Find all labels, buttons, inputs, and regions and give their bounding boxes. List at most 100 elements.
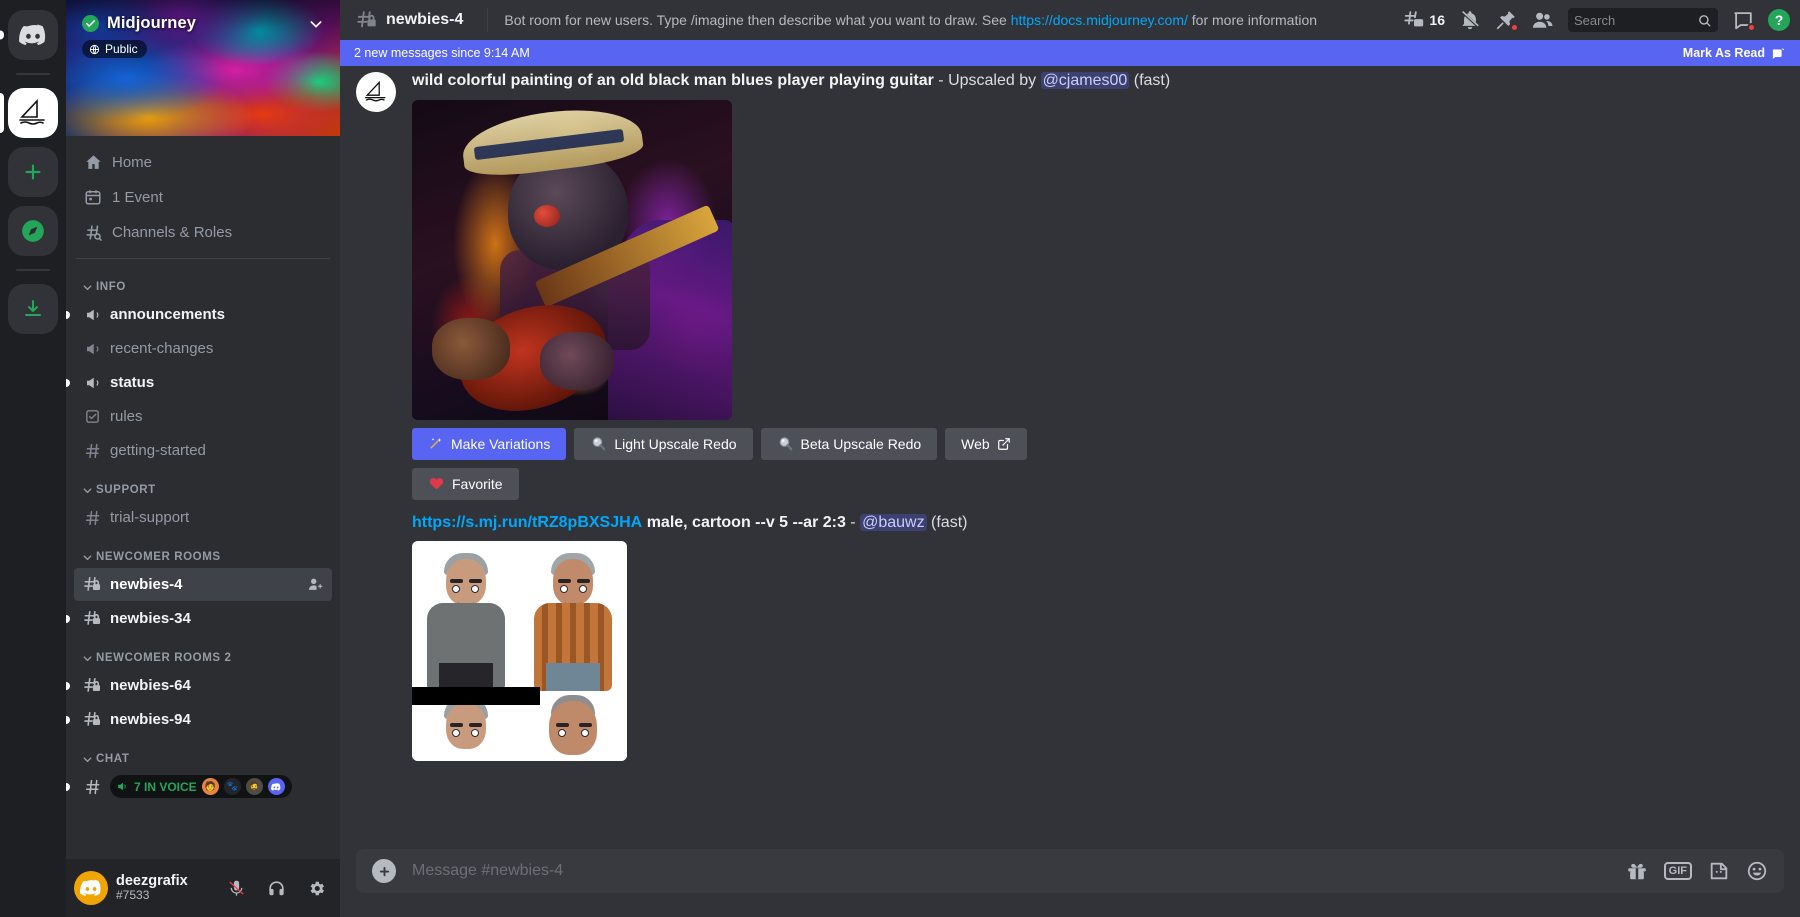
category-newcomer-rooms[interactable]: NEWCOMER ROOMS — [74, 535, 332, 567]
unread-indicator — [66, 681, 70, 690]
character-eye — [559, 585, 568, 594]
avatar[interactable] — [356, 72, 396, 112]
user-identity[interactable]: deezgrafix #7533 — [116, 873, 212, 903]
sidebar-item-events[interactable]: 1 Event — [74, 180, 332, 214]
unread-indicator — [66, 310, 70, 319]
generated-image[interactable] — [412, 99, 732, 420]
inbox-icon[interactable] — [1732, 9, 1756, 32]
new-messages-banner[interactable]: 2 new messages since 9:14 AM Mark As Rea… — [340, 40, 1800, 66]
pinned-badge — [1510, 23, 1519, 32]
message-prompt: wild colorful painting of an old black m… — [412, 72, 934, 89]
category-support[interactable]: SUPPORT — [74, 468, 332, 500]
help-icon[interactable]: ? — [1768, 9, 1790, 31]
category-chat[interactable]: CHAT — [74, 737, 332, 769]
category-support-label: SUPPORT — [96, 484, 156, 496]
mention[interactable]: @bauwz — [860, 513, 927, 531]
character-brow — [450, 579, 463, 584]
message-prompt: male, cartoon --v 5 --ar 2:3 — [646, 513, 846, 531]
voice-presence-pill[interactable]: 7 IN VOICE 🧑 🐾 🧔 — [110, 775, 292, 798]
hash-lock-icon — [82, 710, 103, 729]
username: deezgrafix — [116, 872, 188, 889]
generated-image-grid[interactable] — [412, 541, 627, 762]
mark-as-read-button[interactable]: Mark As Read — [1683, 46, 1786, 61]
message-composer[interactable]: Message #newbies-4 GIF — [356, 849, 1784, 893]
magnifier-icon — [592, 437, 606, 451]
search-input[interactable]: Search — [1568, 8, 1718, 32]
message-actions-row-1: Make Variations Light Upscale Redo Beta … — [412, 427, 1752, 460]
add-server-button[interactable] — [8, 147, 58, 197]
add-member-icon[interactable] — [307, 576, 324, 593]
mute-icon[interactable] — [220, 872, 252, 904]
sidebar-item-newbies-94[interactable]: newbies-94 — [66, 703, 332, 736]
hash-search-icon — [82, 223, 104, 242]
mention[interactable]: @cjames00 — [1040, 72, 1130, 89]
verified-badge-icon — [82, 15, 99, 32]
pinned-messages-icon[interactable] — [1495, 9, 1519, 32]
chevron-down-icon — [83, 487, 92, 493]
favorite-label: Favorite — [452, 475, 503, 492]
sidebar-item-getting-started[interactable]: getting-started — [74, 434, 332, 467]
sidebar-item-newbies-64[interactable]: newbies-64 — [66, 669, 332, 702]
sidebar-item-rules[interactable]: rules — [74, 400, 332, 433]
deafen-icon[interactable] — [260, 872, 292, 904]
category-chat-label: CHAT — [96, 753, 130, 765]
server-privacy-badge: Public — [82, 40, 147, 58]
sidebar-item-announcements-label: announcements — [110, 306, 226, 323]
make-variations-button[interactable]: Make Variations — [412, 427, 567, 460]
sidebar-item-home[interactable]: Home — [74, 145, 332, 179]
globe-icon — [89, 44, 100, 54]
sidebar-item-status[interactable]: status — [66, 366, 332, 399]
emoji-icon[interactable] — [1746, 860, 1768, 882]
explore-servers-button[interactable] — [8, 206, 58, 256]
user-discriminator: #7533 — [116, 888, 150, 903]
server-name-row[interactable]: Midjourney — [82, 14, 324, 33]
sidebar-item-newbies-4[interactable]: newbies-4 — [74, 568, 332, 601]
category-info[interactable]: INFO — [74, 265, 332, 297]
sidebar-item-trial-support[interactable]: trial-support — [74, 501, 332, 534]
prompt-image-link[interactable]: https://s.mj.run/tRZ8pBXSJHA — [412, 514, 642, 531]
beta-upscale-redo-button[interactable]: Beta Upscale Redo — [760, 427, 938, 460]
channel-topic-before: Bot room for new users. Type /imagine th… — [504, 12, 1011, 28]
notifications-muted-icon[interactable] — [1459, 9, 1481, 31]
sidebar-item-voice-chat[interactable]: 7 IN VOICE 🧑 🐾 🧔 — [66, 770, 332, 803]
channel-topic-link[interactable]: https://docs.midjourney.com/ — [1011, 12, 1188, 28]
server-header[interactable]: Midjourney Public — [66, 0, 340, 136]
members-icon[interactable] — [1531, 9, 1554, 32]
sidebar-item-channels-roles[interactable]: Channels & Roles — [74, 215, 332, 249]
message-body: wild colorful painting of an old black m… — [412, 70, 1752, 500]
web-button[interactable]: Web — [945, 427, 1027, 460]
sidebar-item-home-label: Home — [112, 153, 153, 171]
light-upscale-redo-button[interactable]: Light Upscale Redo — [574, 427, 753, 460]
character-eye — [578, 585, 587, 594]
avatar[interactable] — [74, 871, 108, 905]
unread-indicator — [66, 378, 70, 387]
favorite-button[interactable]: Favorite — [412, 467, 519, 500]
channel-list[interactable]: Home 1 Event Channels & Roles INFO annou… — [66, 136, 340, 859]
chevron-down-icon[interactable] — [308, 16, 324, 32]
rules-icon — [82, 408, 103, 425]
main-content: newbies-4 Bot room for new users. Type /… — [340, 0, 1800, 917]
settings-icon[interactable] — [300, 872, 332, 904]
threads-icon[interactable]: 16 — [1403, 9, 1445, 31]
server-icon-midjourney[interactable] — [8, 88, 58, 138]
gif-icon[interactable]: GIF — [1663, 861, 1692, 881]
active-server-pill — [0, 93, 4, 133]
server-privacy-label: Public — [105, 42, 138, 56]
rail-divider — [16, 73, 50, 75]
sticker-icon[interactable] — [1708, 860, 1730, 882]
download-apps-button[interactable] — [8, 284, 58, 334]
chevron-down-icon — [83, 655, 92, 661]
unread-indicator — [66, 715, 70, 724]
sidebar-item-announcements[interactable]: announcements — [66, 298, 332, 331]
attach-file-icon[interactable] — [372, 859, 396, 883]
category-newcomer-rooms-2[interactable]: NEWCOMER ROOMS 2 — [74, 636, 332, 668]
direct-messages-button[interactable] — [8, 10, 58, 60]
gift-icon[interactable] — [1626, 860, 1648, 882]
message-input[interactable]: Message #newbies-4 — [412, 851, 1610, 891]
message-list[interactable]: wild colorful painting of an old black m… — [340, 66, 1800, 849]
sidebar-item-recent-changes[interactable]: recent-changes — [74, 332, 332, 365]
sidebar-item-newbies-34[interactable]: newbies-34 — [66, 602, 332, 635]
hash-lock-icon — [82, 676, 103, 695]
server-banner[interactable]: Midjourney Public — [66, 0, 340, 136]
character-eye — [557, 729, 566, 738]
